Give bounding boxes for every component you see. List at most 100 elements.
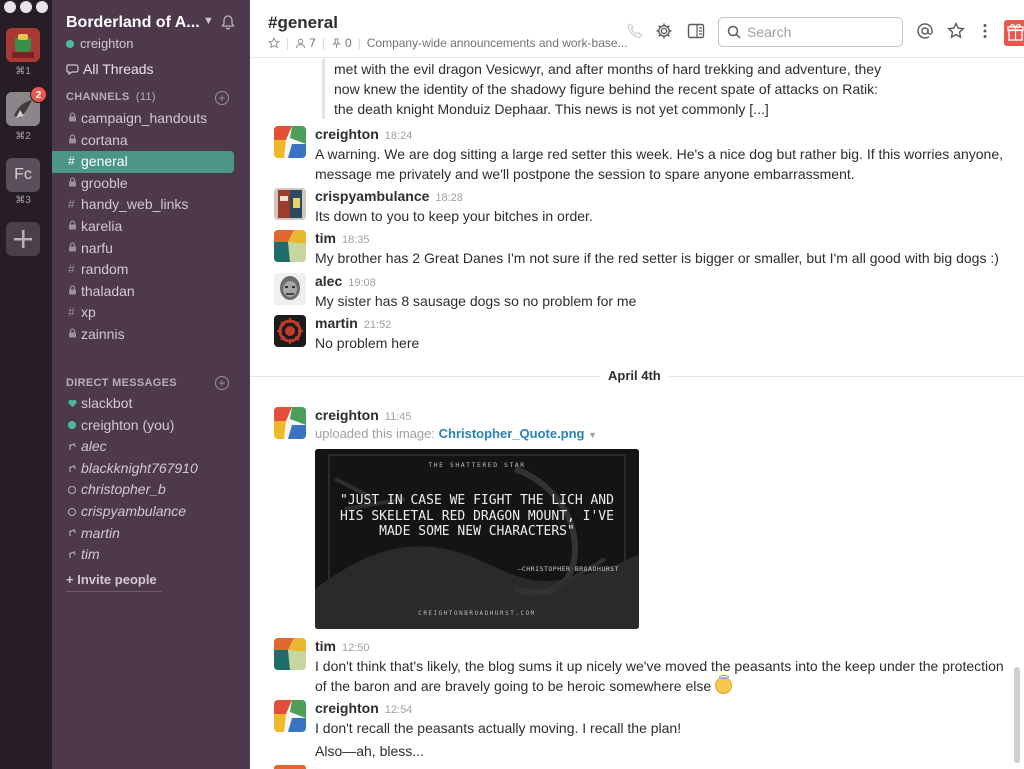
- window-minimize-button[interactable]: [20, 1, 32, 13]
- avatar[interactable]: [274, 638, 306, 670]
- avatar[interactable]: [274, 315, 306, 347]
- threads-icon: [66, 64, 79, 76]
- message-author[interactable]: tim: [315, 230, 336, 246]
- dm-item-alec[interactable]: alec: [52, 436, 250, 458]
- away-status-icon: [68, 528, 81, 538]
- sidebar-channel-karelia[interactable]: karelia: [52, 216, 250, 238]
- message-time[interactable]: 18:35: [342, 234, 370, 246]
- message-time[interactable]: 11:45: [385, 411, 412, 423]
- scrollbar[interactable]: [1014, 667, 1020, 763]
- channel-header: #general | 7 | 0 | Company-wide announce…: [250, 0, 1024, 58]
- dm-item-crispyambulance[interactable]: crispyambulance: [52, 501, 250, 523]
- sidebar-channel-general[interactable]: # general: [52, 151, 234, 173]
- message-author[interactable]: alec: [315, 273, 342, 289]
- dm-item-christopher-b[interactable]: christopher_b: [52, 479, 250, 501]
- window-zoom-button[interactable]: [36, 1, 48, 13]
- sidebar-channel-xp[interactable]: # xp: [52, 302, 250, 324]
- message-author[interactable]: martin: [315, 315, 358, 331]
- add-team-button[interactable]: [6, 222, 40, 256]
- invite-people-button[interactable]: + Invite people: [66, 572, 162, 592]
- caret-down-icon[interactable]: ▼: [588, 430, 597, 440]
- hash-icon: #: [68, 154, 75, 169]
- hash-icon: #: [68, 305, 75, 320]
- image-attribution: —CHRISTOPHER BROADHURST: [517, 565, 619, 573]
- channels-section-title[interactable]: CHANNELS (11): [66, 91, 156, 103]
- lock-icon: [68, 173, 81, 195]
- pin-count[interactable]: 0: [345, 36, 352, 50]
- dm-section-title[interactable]: DIRECT MESSAGES: [66, 377, 177, 389]
- message-time[interactable]: 12:54: [385, 704, 413, 716]
- add-dm-button[interactable]: +: [215, 376, 229, 390]
- sidebar-channel-grooble[interactable]: grooble: [52, 173, 250, 195]
- dm-item-label: creighton (you): [81, 416, 175, 433]
- window-close-button[interactable]: [4, 1, 16, 13]
- search-box[interactable]: [718, 17, 903, 47]
- all-threads-link[interactable]: All Threads: [66, 61, 154, 77]
- avatar[interactable]: [274, 273, 306, 305]
- sidebar-channel-random[interactable]: # random: [52, 259, 250, 281]
- sidebar-channel-handy-web-links[interactable]: # handy_web_links: [52, 194, 250, 216]
- channels-title: CHANNELS: [66, 91, 130, 103]
- avatar[interactable]: [274, 230, 306, 262]
- uploaded-image[interactable]: THE SHATTERED STAR "JUST IN CASE WE FIGH…: [315, 449, 639, 629]
- sidebar-channel-narfu[interactable]: narfu: [52, 238, 250, 260]
- channel-meta: | 7 | 0 | Company-wide announcements and…: [268, 36, 628, 50]
- message-author[interactable]: creighton: [315, 700, 379, 716]
- message-time[interactable]: 21:52: [364, 319, 392, 331]
- team-3-icon[interactable]: Fc: [6, 158, 40, 192]
- message-author[interactable]: creighton: [315, 407, 379, 423]
- message-author[interactable]: tim: [315, 638, 336, 654]
- member-count[interactable]: 7: [309, 36, 316, 50]
- sidebar-channel-label: grooble: [81, 174, 128, 191]
- search-input[interactable]: [747, 24, 887, 40]
- gear-icon[interactable]: [655, 22, 673, 40]
- sidebar-toggle-icon[interactable]: [687, 22, 705, 40]
- current-user[interactable]: creighton: [66, 36, 133, 51]
- dm-item-martin[interactable]: martin: [52, 523, 250, 545]
- plus-icon: [14, 230, 32, 248]
- avatar[interactable]: [274, 407, 306, 439]
- team-name[interactable]: Borderland of A...: [66, 14, 200, 32]
- avatar[interactable]: [274, 126, 306, 158]
- away-status-icon: [68, 550, 81, 560]
- chevron-down-icon[interactable]: ▼: [203, 15, 214, 27]
- mentions-icon[interactable]: [916, 22, 934, 40]
- sidebar-channel-campaign-handouts[interactable]: campaign_handouts: [52, 108, 250, 130]
- phone-icon[interactable]: [626, 22, 644, 40]
- sidebar-channel-thaladan[interactable]: thaladan: [52, 281, 250, 303]
- dm-item-tim[interactable]: tim: [52, 544, 250, 566]
- dm-item-blackknight767910[interactable]: blackknight767910: [52, 458, 250, 480]
- team-1-icon[interactable]: [6, 28, 40, 62]
- sidebar-channel-label: general: [81, 153, 128, 170]
- gift-button[interactable]: [1004, 20, 1024, 46]
- avatar[interactable]: [274, 765, 306, 769]
- channel-topic[interactable]: Company-wide announcements and work-base…: [367, 36, 628, 50]
- message-time[interactable]: 12:50: [342, 642, 370, 654]
- message-time[interactable]: 18:28: [435, 192, 463, 204]
- bell-icon[interactable]: [220, 14, 236, 30]
- team-switcher: ⌘1 2 ⌘2 Fc ⌘3: [0, 0, 52, 769]
- sidebar-channel-zainnis[interactable]: zainnis: [52, 324, 250, 346]
- lock-icon: [68, 130, 81, 152]
- message-pane[interactable]: met with the evil dragon Vesicwyr, and a…: [250, 59, 1024, 769]
- message-author[interactable]: crispyambulance: [315, 188, 429, 204]
- avatar[interactable]: [274, 700, 306, 732]
- avatar[interactable]: [274, 188, 306, 220]
- sidebar-channel-label: cortana: [81, 131, 128, 148]
- message-time[interactable]: 19:08: [348, 277, 376, 289]
- message-time[interactable]: 18:24: [385, 130, 413, 142]
- sidebar-channel-cortana[interactable]: cortana: [52, 130, 250, 152]
- dm-item-slackbot[interactable]: slackbot: [52, 393, 250, 415]
- add-channel-button[interactable]: +: [215, 91, 229, 105]
- star-outline-icon[interactable]: [268, 37, 280, 49]
- channel-title[interactable]: #general: [268, 13, 338, 33]
- upload-filename-link[interactable]: Christopher_Quote.png: [439, 426, 585, 441]
- dm-item-label: tim: [81, 546, 100, 563]
- dm-item-creighton-you[interactable]: creighton (you): [52, 415, 250, 437]
- message-text: Its down to you to keep your bitches in …: [315, 208, 593, 224]
- message-text-content: I don't think that's likely, the blog su…: [315, 658, 1004, 694]
- more-options-icon[interactable]: [976, 22, 994, 40]
- message-text: I don't think that's likely, the blog su…: [315, 657, 1005, 696]
- message-author[interactable]: creighton: [315, 126, 379, 142]
- star-icon[interactable]: [947, 22, 965, 40]
